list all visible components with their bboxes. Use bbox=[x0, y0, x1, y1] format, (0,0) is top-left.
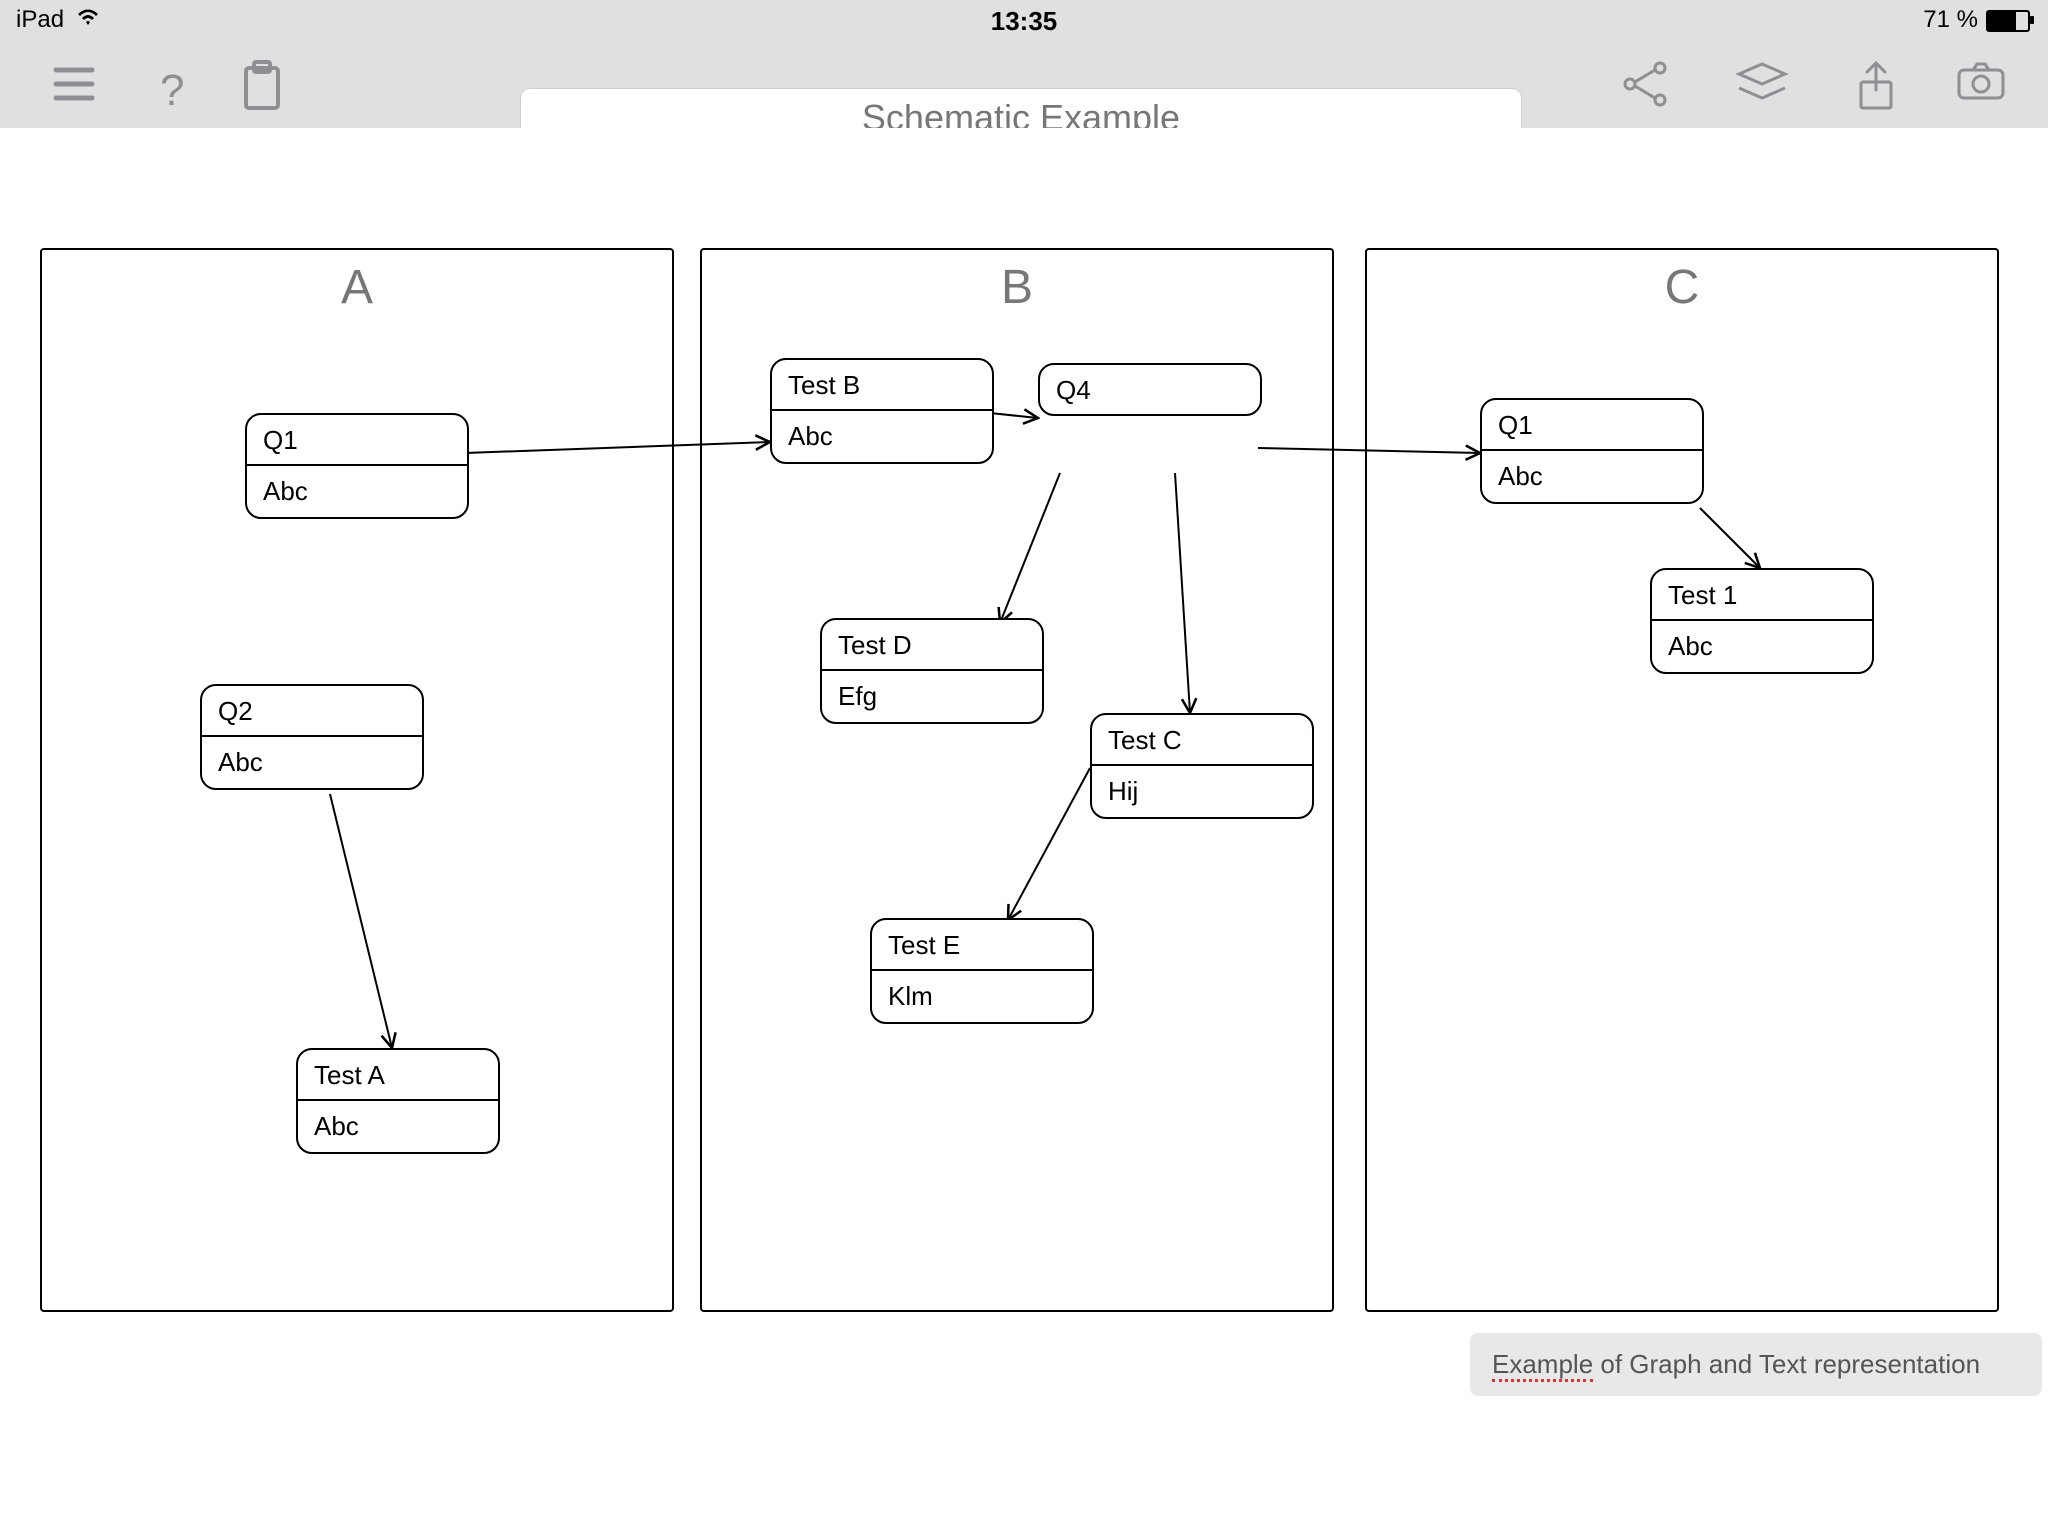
toolbar: ? Schematic Example bbox=[0, 38, 2048, 129]
node-title: Q1 bbox=[247, 415, 467, 466]
camera-icon[interactable] bbox=[1955, 60, 2007, 107]
node-body: Klm bbox=[872, 971, 1092, 1022]
column-title: C bbox=[1367, 260, 1997, 315]
battery-icon bbox=[1986, 10, 2030, 32]
node-title: Test D bbox=[822, 620, 1042, 671]
node-body: Efg bbox=[822, 671, 1042, 722]
node-body: Abc bbox=[1482, 451, 1702, 502]
caption-rest: of Graph and Text representation bbox=[1593, 1349, 1980, 1379]
battery-status: 71 % bbox=[1923, 6, 2030, 34]
node-body: Abc bbox=[772, 411, 992, 462]
clipboard-icon[interactable] bbox=[240, 60, 284, 117]
layers-icon[interactable] bbox=[1735, 60, 1789, 109]
node-body: Hij bbox=[1092, 766, 1312, 817]
node-title: Q4 bbox=[1040, 365, 1260, 414]
share-icon[interactable] bbox=[1855, 60, 1897, 117]
node-td[interactable]: Test DEfg bbox=[820, 618, 1044, 724]
node-title: Q2 bbox=[202, 686, 422, 737]
node-title: Test C bbox=[1092, 715, 1312, 766]
node-q2[interactable]: Q2Abc bbox=[200, 684, 424, 790]
node-title: Test 1 bbox=[1652, 570, 1872, 621]
clock: 13:35 bbox=[0, 6, 2048, 37]
node-ta[interactable]: Test AAbc bbox=[296, 1048, 500, 1154]
node-te[interactable]: Test EKlm bbox=[870, 918, 1094, 1024]
node-title: Test A bbox=[298, 1050, 498, 1101]
node-q4[interactable]: Q4 bbox=[1038, 363, 1262, 416]
node-body: Abc bbox=[202, 737, 422, 788]
node-title: Test E bbox=[872, 920, 1092, 971]
diagram-canvas[interactable]: CBA Q1AbcQ2AbcTest AAbcTest BAbcQ4Test D… bbox=[0, 128, 2048, 1536]
node-title: Q1 bbox=[1482, 400, 1702, 451]
node-t1[interactable]: Test 1Abc bbox=[1650, 568, 1874, 674]
help-icon[interactable]: ? bbox=[160, 66, 184, 116]
node-body: Abc bbox=[247, 466, 467, 517]
node-q1c[interactable]: Q1Abc bbox=[1480, 398, 1704, 504]
node-body: Abc bbox=[1652, 621, 1872, 672]
column-title: B bbox=[702, 260, 1332, 315]
menu-icon[interactable] bbox=[50, 60, 98, 113]
node-tb[interactable]: Test BAbc bbox=[770, 358, 994, 464]
node-tc[interactable]: Test CHij bbox=[1090, 713, 1314, 819]
node-q1a[interactable]: Q1Abc bbox=[245, 413, 469, 519]
status-bar: iPad 13:35 71 % bbox=[0, 0, 2048, 38]
caption-underlined: Example bbox=[1492, 1349, 1593, 1382]
caption-note[interactable]: Example of Graph and Text representation bbox=[1470, 1333, 2042, 1396]
graph-icon[interactable] bbox=[1620, 60, 1670, 113]
node-body: Abc bbox=[298, 1101, 498, 1152]
node-title: Test B bbox=[772, 360, 992, 411]
column-title: A bbox=[42, 260, 672, 315]
